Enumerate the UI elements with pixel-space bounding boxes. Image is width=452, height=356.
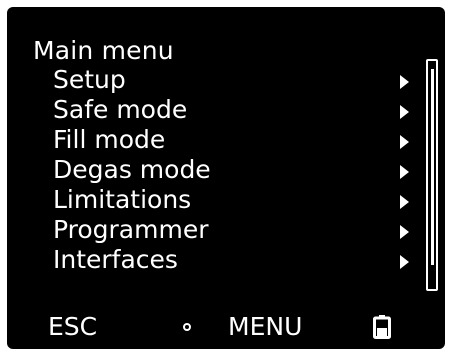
main-menu-list: Setup Safe mode Fill mode Degas mode Lim… <box>53 65 423 275</box>
menu-item-label: Fill mode <box>53 125 166 154</box>
menu-item-label: Interfaces <box>53 245 178 274</box>
device-screen: Main menu Setup Safe mode Fill mode Dega… <box>7 7 445 349</box>
page-title: Main menu <box>33 36 174 65</box>
menu-item-limitations[interactable]: Limitations <box>53 185 423 215</box>
menu-item-label: Programmer <box>53 215 209 244</box>
battery-icon <box>373 315 391 339</box>
chevron-right-icon <box>400 165 409 179</box>
chevron-right-icon <box>400 105 409 119</box>
menu-item-degas-mode[interactable]: Degas mode <box>53 155 423 185</box>
circle-icon <box>183 323 191 331</box>
menu-item-interfaces[interactable]: Interfaces <box>53 245 423 275</box>
menu-item-setup[interactable]: Setup <box>53 65 423 95</box>
menu-item-label: Limitations <box>53 185 192 214</box>
chevron-right-icon <box>400 225 409 239</box>
esc-softkey[interactable]: ESC <box>48 311 97 343</box>
chevron-right-icon <box>400 255 409 269</box>
chevron-right-icon <box>400 75 409 89</box>
menu-item-label: Setup <box>53 65 126 94</box>
menu-item-programmer[interactable]: Programmer <box>53 215 423 245</box>
menu-item-fill-mode[interactable]: Fill mode <box>53 125 423 155</box>
chevron-right-icon <box>400 195 409 209</box>
chevron-right-icon <box>400 135 409 149</box>
menu-item-safe-mode[interactable]: Safe mode <box>53 95 423 125</box>
menu-item-label: Degas mode <box>53 155 211 184</box>
scrollbar-thumb[interactable] <box>431 69 434 265</box>
menu-item-label: Safe mode <box>53 95 188 124</box>
menu-scrollbar[interactable] <box>426 59 438 291</box>
menu-softkey[interactable]: MENU <box>228 311 302 343</box>
softkey-bar: ESC MENU <box>7 311 445 343</box>
